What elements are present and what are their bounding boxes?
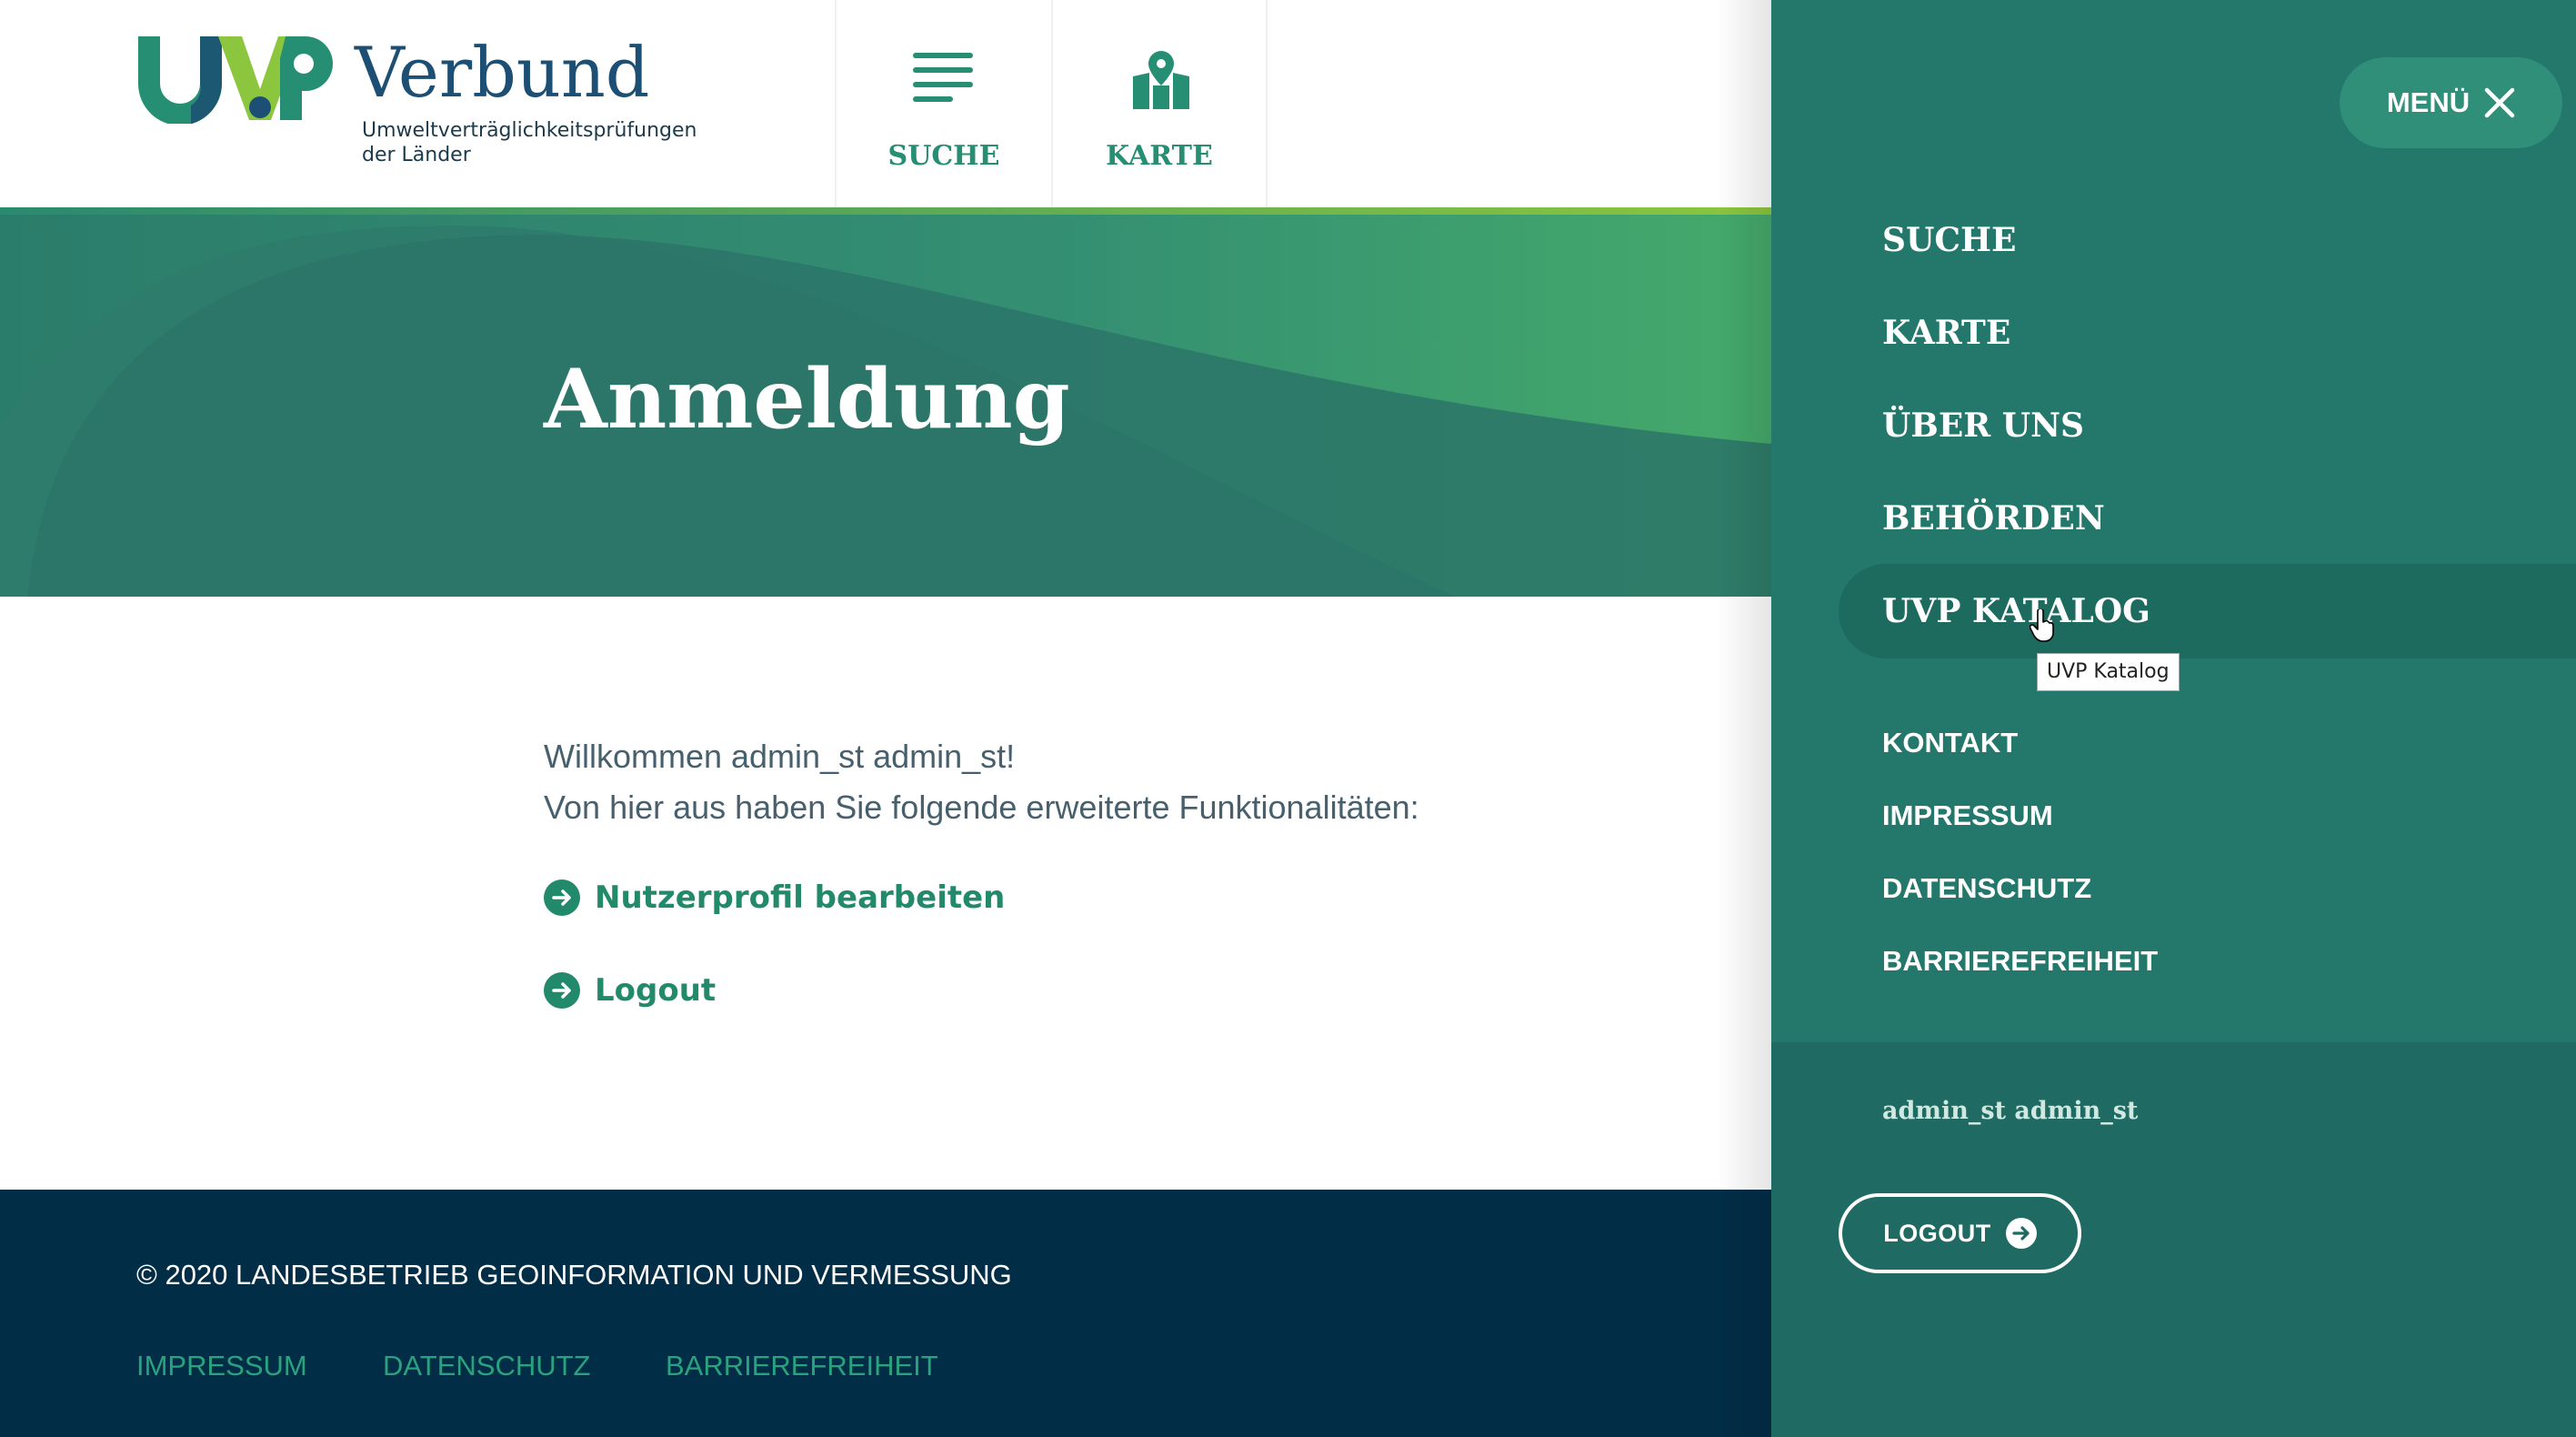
nav-suche-label: SUCHE [887,140,1000,172]
menu-item-datenschutz[interactable]: DATENSCHUTZ [1882,874,2091,902]
menu-item-ueber-uns[interactable]: ÜBER UNS [1882,409,2084,442]
logout-button[interactable]: LOGOUT [1839,1193,2081,1273]
menu-item-impressum[interactable]: IMPRESSUM [1882,801,2053,829]
map-pin-icon [1133,51,1189,109]
welcome-text: Willkommen admin_st admin_st! Von hier a… [544,731,1419,833]
menu-item-kontakt[interactable]: KONTAKT [1882,729,2018,757]
logo-subtitle-line1: Umweltverträglichkeitsprüfungen [362,119,697,142]
logo-verbund-text: Verbund [355,32,650,113]
uvp-logo-mark [138,36,333,124]
logo-subtitle-line2: der Länder [362,144,471,166]
menu-item-suche[interactable]: SUCHE [1882,224,2017,256]
welcome-line-1: Willkommen admin_st admin_st! [544,738,1016,775]
uvp-verbund-logo[interactable]: Verbund Umweltverträglichkeitsprüfungen … [135,32,697,169]
page-title: Anmeldung [544,351,1070,447]
nav-karte[interactable]: KARTE [1051,0,1268,207]
menu-item-behoerden[interactable]: BEHÖRDEN [1882,502,2105,535]
footer-link-impressum[interactable]: IMPRESSUM [136,1350,307,1382]
welcome-line-2: Von hier aus haben Sie folgende erweiter… [544,789,1419,826]
logout-link-label: Logout [595,972,717,1009]
logo-subtitle: Umweltverträglichkeitsprüfungen der Länd… [362,118,697,167]
menu-tooltip: UVP Katalog [2037,653,2180,691]
edit-profile-link[interactable]: Nutzerprofil bearbeiten [544,875,1005,920]
main-content: Willkommen admin_st admin_st! Von hier a… [0,597,1771,1190]
arrow-right-circle-icon [544,972,580,1009]
list-icon [913,53,973,102]
arrow-right-circle-icon [2005,1218,2037,1249]
logout-button-label: LOGOUT [1883,1219,1991,1247]
nav-karte-label: KARTE [1106,140,1213,172]
arrow-right-circle-icon [544,879,580,916]
user-name: admin_st admin_st [1882,1097,2139,1125]
nav-suche[interactable]: SUCHE [835,0,1051,207]
menu-item-uvp-katalog[interactable]: UVP KATALOG [1882,595,2150,628]
menu-close-label: MENÜ [2386,86,2471,118]
edit-profile-link-label: Nutzerprofil bearbeiten [595,879,1006,916]
site-footer: © 2020 LANDESBETRIEB GEOINFORMATION UND … [0,1190,1771,1437]
menu-close-button[interactable]: MENÜ [2340,57,2562,148]
hand-pointer-icon [2030,609,2054,642]
logout-link[interactable]: Logout [544,968,716,1013]
panel-shadow [1717,0,1771,1437]
footer-link-barrierefreiheit[interactable]: BARRIEREFREIHEIT [666,1350,938,1382]
footer-link-datenschutz[interactable]: DATENSCHUTZ [383,1350,590,1382]
close-icon [2484,87,2515,118]
menu-panel: MENÜ SUCHE KARTE ÜBER UNS BEHÖRDEN UVP K… [1771,0,2576,1437]
menu-item-karte[interactable]: KARTE [1882,317,2010,349]
menu-item-barrierefreiheit[interactable]: BARRIEREFREIHEIT [1882,947,2158,975]
site-header: Verbund Umweltverträglichkeitsprüfungen … [0,0,1771,207]
hero-banner: Anmeldung [0,207,1771,597]
copyright-text: © 2020 LANDESBETRIEB GEOINFORMATION UND … [136,1259,1012,1291]
